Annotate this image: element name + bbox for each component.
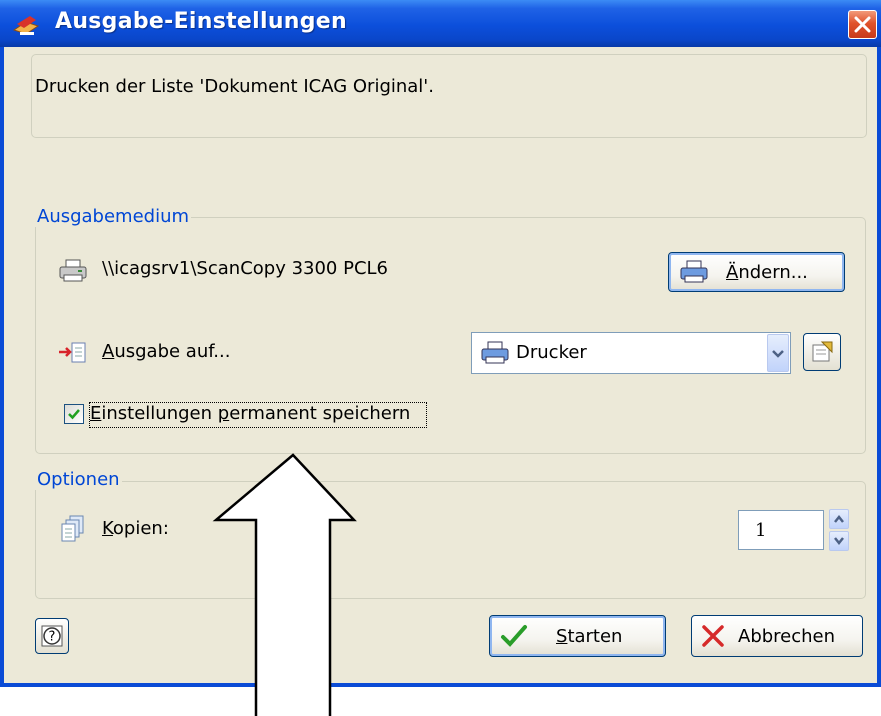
up-arrow-annotation <box>212 453 357 716</box>
